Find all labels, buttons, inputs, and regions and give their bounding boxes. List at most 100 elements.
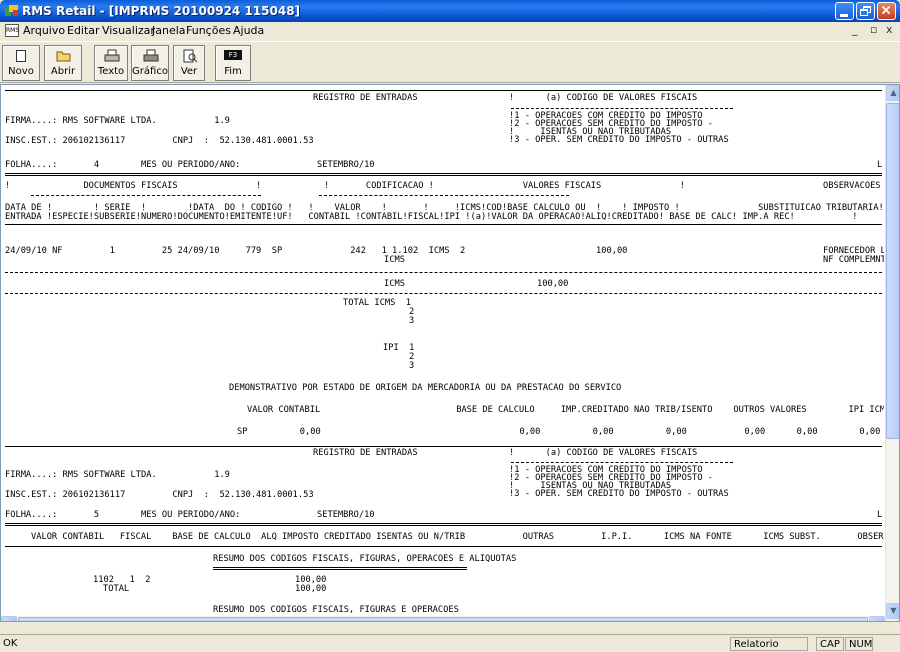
divider (31, 195, 261, 196)
divider (5, 525, 882, 526)
ver-label: Ver (180, 66, 198, 77)
status-bar: OK Relatorio CAP NUM (0, 634, 900, 652)
subtotal-value: 100,00 (537, 279, 569, 289)
resumo-row-value: 100,00 (295, 575, 327, 585)
window-title: RMS Retail - [IMPRMS 20100924 115048] (22, 4, 301, 18)
close-icon (881, 5, 891, 15)
open-folder-icon (56, 51, 71, 62)
folha-line: FOLHA....: 4 MES OU PERIODO/ANO: (5, 160, 241, 170)
scroll-left-button[interactable]: ◀ (1, 616, 17, 621)
total-ipi-2: 2 (409, 352, 415, 362)
grafico-button[interactable]: Gráfico (131, 45, 169, 81)
total-icms-label: TOTAL ICMS 1 (343, 298, 411, 308)
status-message: OK (3, 638, 18, 649)
app-icon (5, 5, 18, 16)
f3-key-icon: F3 (224, 50, 242, 60)
scroll-down-button[interactable]: ▼ (886, 603, 899, 619)
divider (5, 90, 882, 91)
menu-editar[interactable]: Editar (67, 24, 100, 37)
legend-item-3: !3 - OPER. SEM CREDITO DO IMPOSTO - OUTR… (509, 135, 729, 145)
legend-title: ! (a) CODIGO DE VALORES FISCAIS (509, 93, 698, 103)
document-icon[interactable]: RMS (5, 24, 19, 37)
novo-button[interactable]: Novo (2, 45, 40, 81)
vertical-scroll-thumb[interactable] (886, 103, 899, 439)
report-viewer[interactable]: REGISTRO DE ENTRADAS ! (a) CODIGO DE VAL… (0, 84, 900, 622)
abrir-button[interactable]: Abrir (44, 45, 82, 81)
menu-bar: RMS Arquivo Editar Visualizar Janela Fun… (0, 22, 900, 40)
close-button[interactable] (877, 2, 896, 20)
demonstrativo-header: VALOR CONTABIL BASE DE CALCULO IMP.CREDI… (247, 405, 884, 415)
total-icms-3: 3 (409, 316, 415, 326)
status-num: NUM (845, 637, 873, 651)
report-title: REGISTRO DE ENTRADAS (313, 93, 418, 103)
period-value-page-2: SETEMBRO/10 (317, 510, 375, 520)
title-bar[interactable]: RMS Retail - [IMPRMS 20100924 115048] (0, 0, 900, 22)
restore-icon-front (860, 9, 868, 16)
toolbar: Novo Abrir Texto Gráfico Ver F3 Fim (0, 41, 900, 83)
novo-label: Novo (8, 66, 34, 77)
printer-text-icon (104, 49, 120, 62)
company-line-page-2: FIRMA....: RMS SOFTWARE LTDA. 1.9 (5, 470, 230, 480)
observation-2: NF COMPLEMNTAR ICMS (823, 255, 884, 265)
menu-funcoes[interactable]: Funções (186, 24, 231, 37)
child-minimize-button[interactable]: _ (852, 23, 858, 36)
menu-ajuda[interactable]: Ajuda (233, 24, 264, 37)
child-close-button[interactable]: x (886, 23, 893, 36)
scroll-up-button[interactable]: ▲ (886, 85, 899, 101)
divider (511, 462, 733, 463)
menu-janela[interactable]: Janela (152, 24, 186, 37)
column-header-row-1: DATA DE ! ! SERIE ! !DATA DO ! CODIGO ! … (5, 203, 884, 213)
menu-visualizar[interactable]: Visualizar (102, 24, 155, 37)
total-ipi-3: 3 (409, 361, 415, 371)
resumo-total-label: TOTAL (103, 584, 130, 594)
application-window: RMS Retail - [IMPRMS 20100924 115048] RM… (0, 0, 900, 652)
resumo-total-value: 100,00 (295, 584, 327, 594)
divider (5, 293, 882, 294)
folha-line-page-2: FOLHA....: 5 MES OU PERIODO/ANO: (5, 510, 241, 520)
divider (319, 195, 569, 196)
resumo-title-1: RESUMO DOS CODIGOS FISCAIS, FIGURAS, OPE… (213, 554, 517, 564)
grafico-label: Gráfico (132, 66, 168, 77)
divider (5, 175, 882, 176)
restore-button[interactable] (856, 2, 875, 20)
chevron-up-icon: ▲ (890, 88, 897, 97)
minimize-icon (840, 14, 848, 17)
page-marker-page-2: L (877, 510, 883, 520)
texto-button[interactable]: Texto (94, 45, 128, 81)
table-row-tax: ICMS (384, 255, 405, 265)
divider (5, 546, 882, 547)
table-row: 24/09/10 NF 1 25 24/09/10 779 SP 242 1 1… (5, 246, 628, 256)
horizontal-scrollbar[interactable]: ◀ ▶ (1, 616, 885, 621)
subtotal-label: ICMS (384, 279, 405, 289)
observation-1: FORNECEDOR LTDA (823, 246, 884, 256)
printer-graphic-icon (143, 49, 159, 62)
fim-button[interactable]: F3 Fim (215, 45, 251, 81)
scroll-right-button[interactable]: ▶ (869, 616, 885, 621)
registration-line-page-2: INSC.EST.: 206102136117 CNPJ : 52.130.48… (5, 490, 314, 500)
divider (213, 567, 467, 568)
resumo-title-2: RESUMO DOS CODIGOS FISCAIS, FIGURAS E OP… (213, 605, 459, 615)
vertical-scrollbar[interactable]: ▲ ▼ (885, 85, 899, 621)
preview-icon (183, 49, 198, 63)
abrir-label: Abrir (50, 66, 76, 77)
child-restore-button[interactable]: ▫ (870, 23, 877, 36)
demonstrativo-title: DEMONSTRATIVO POR ESTADO DE ORIGEM DA ME… (229, 383, 622, 393)
status-mode: Relatorio (730, 637, 808, 651)
menu-arquivo[interactable]: Arquivo (23, 24, 65, 37)
column-group-header: ! DOCUMENTOS FISCAIS ! ! CODIFICACAO ! V… (5, 181, 685, 191)
divider (5, 523, 882, 524)
chevron-down-icon: ▼ (890, 606, 897, 615)
horizontal-scroll-thumb[interactable] (18, 617, 868, 621)
minimize-button[interactable] (835, 2, 854, 20)
summary-column-header: VALOR CONTABIL FISCAL BASE DE CALCULO AL… (31, 532, 884, 542)
ver-button[interactable]: Ver (173, 45, 205, 81)
divider (5, 224, 882, 225)
column-header-row-2: ENTRADA !ESPECIE!SUBSERIE!NUMERO!DOCUMEN… (5, 212, 858, 222)
divider (213, 569, 467, 570)
fim-label: Fim (224, 66, 242, 77)
period-value: SETEMBRO/10 (317, 160, 375, 170)
legend-title-page-2: ! (a) CODIGO DE VALORES FISCAIS (509, 448, 698, 458)
demonstrativo-row: SP 0,00 0,00 0,00 0,00 0,00 0,00 0,00 (237, 427, 881, 437)
legend-item-3-page-2: !3 - OPER. SEM CREDITO DO IMPOSTO - OUTR… (509, 489, 729, 499)
report-title-page-2: REGISTRO DE ENTRADAS (313, 448, 418, 458)
